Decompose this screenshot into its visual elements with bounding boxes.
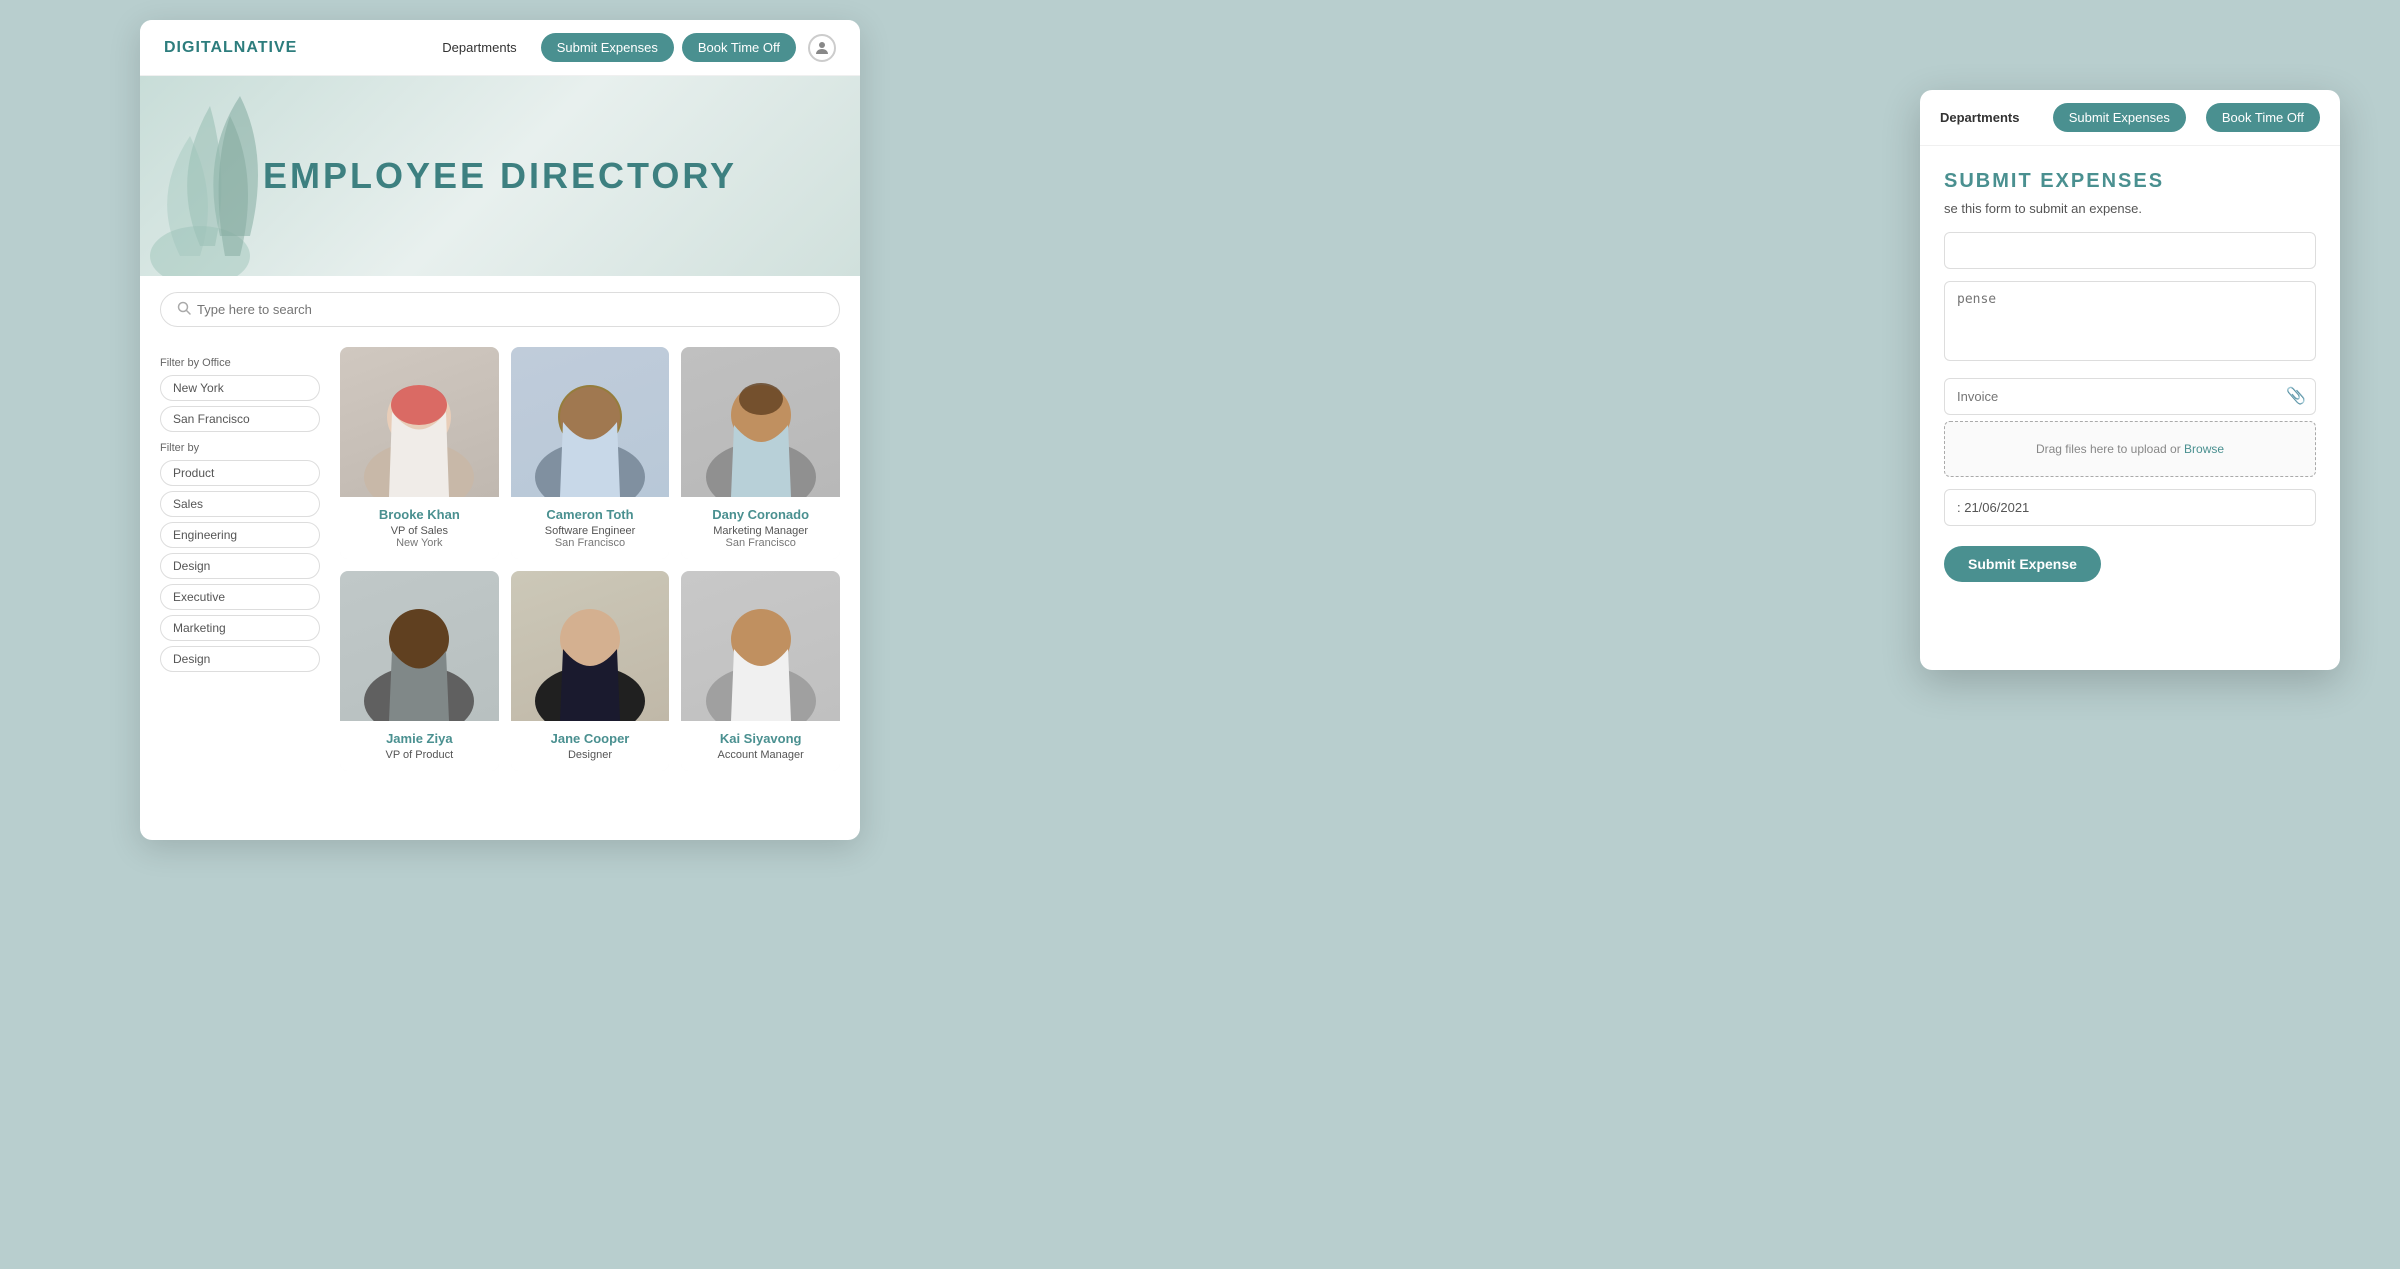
employee-name-dany: Dany Coronado: [691, 507, 830, 522]
employee-location-dany: San Francisco: [691, 537, 830, 549]
book-time-off-button[interactable]: Book Time Off: [682, 33, 796, 62]
employee-name-kai: Kai Siyavong: [691, 731, 830, 746]
employee-role-dany: Marketing Manager: [691, 525, 830, 537]
expense-description-textarea[interactable]: [1944, 281, 2316, 361]
employee-info-cameron: Cameron Toth Software Engineer San Franc…: [511, 497, 670, 559]
invoice-upload-field: 📎 Drag files here to upload or Browse: [1944, 378, 2316, 477]
overlay-subtitle: se this form to submit an expense.: [1944, 201, 2316, 216]
employee-role-jamie: VP of Product: [350, 749, 489, 761]
overlay-submit-expenses-button[interactable]: Submit Expenses: [2053, 103, 2186, 132]
dany-avatar: [696, 347, 826, 497]
expense-date-field: [1944, 489, 2316, 526]
nav-departments[interactable]: Departments: [442, 40, 516, 55]
expense-category-field: [1944, 232, 2316, 269]
brooke-avatar: [354, 347, 484, 497]
jane-avatar: [525, 571, 655, 721]
search-container: [160, 292, 840, 327]
submit-expenses-button[interactable]: Submit Expenses: [541, 33, 674, 62]
attach-icon: 📎: [2286, 386, 2306, 406]
invoice-input[interactable]: [1944, 378, 2316, 415]
employee-role-jane: Designer: [521, 749, 660, 761]
overlay-navbar: Departments Submit Expenses Book Time Of…: [1920, 90, 2340, 146]
main-navbar: DIGITALNATIVE Departments Submit Expense…: [140, 20, 860, 76]
filter-executive[interactable]: Executive: [160, 584, 320, 610]
employee-photo-kai: [681, 571, 840, 721]
content-area: Filter by Office New York San Francisco …: [140, 327, 860, 791]
overlay-card: Departments Submit Expenses Book Time Of…: [1920, 90, 2340, 670]
user-avatar-icon[interactable]: [808, 34, 836, 62]
employee-photo-jamie: [340, 571, 499, 721]
employee-card-brooke[interactable]: Brooke Khan VP of Sales New York: [340, 347, 499, 559]
employee-card-cameron[interactable]: Cameron Toth Software Engineer San Franc…: [511, 347, 670, 559]
overlay-body: SUBMIT EXPENSES se this form to submit a…: [1920, 146, 2340, 606]
filter-design-2[interactable]: Design: [160, 646, 320, 672]
upload-text: Drag files here to upload or: [2036, 442, 2181, 456]
employee-info-jamie: Jamie Ziya VP of Product: [340, 721, 499, 771]
expense-date-input[interactable]: [1944, 489, 2316, 526]
search-row: [140, 276, 860, 327]
employee-location-brooke: New York: [350, 537, 489, 549]
hero-title: EMPLOYEE DIRECTORY: [263, 155, 737, 197]
filter-sales[interactable]: Sales: [160, 491, 320, 517]
browse-link[interactable]: Browse: [2184, 442, 2224, 456]
expense-description-field: [1944, 281, 2316, 366]
employee-photo-jane: [511, 571, 670, 721]
overlay-title: SUBMIT EXPENSES: [1944, 170, 2316, 193]
employee-name-cameron: Cameron Toth: [521, 507, 660, 522]
filter-san-francisco[interactable]: San Francisco: [160, 406, 320, 432]
employee-info-brooke: Brooke Khan VP of Sales New York: [340, 497, 499, 559]
employee-card-dany[interactable]: Dany Coronado Marketing Manager San Fran…: [681, 347, 840, 559]
office-filter-label: Filter by Office: [160, 357, 320, 369]
dept-filter-label: Filter by: [160, 442, 320, 454]
employee-info-dany: Dany Coronado Marketing Manager San Fran…: [681, 497, 840, 559]
overlay-nav-departments[interactable]: Departments: [1940, 110, 2019, 125]
employee-card-jamie[interactable]: Jamie Ziya VP of Product: [340, 571, 499, 771]
search-input[interactable]: [197, 302, 823, 317]
brand-logo: DIGITALNATIVE: [164, 39, 297, 57]
employee-photo-cameron: [511, 347, 670, 497]
employee-photo-dany: [681, 347, 840, 497]
filter-marketing[interactable]: Marketing: [160, 615, 320, 641]
kai-avatar: [696, 571, 826, 721]
employee-card-jane[interactable]: Jane Cooper Designer: [511, 571, 670, 771]
filters-sidebar: Filter by Office New York San Francisco …: [160, 347, 320, 771]
jamie-avatar: [354, 571, 484, 721]
hero-section: EMPLOYEE DIRECTORY: [140, 76, 860, 276]
filter-engineering[interactable]: Engineering: [160, 522, 320, 548]
search-icon: [177, 301, 191, 318]
employee-photo-brooke: [340, 347, 499, 497]
employee-role-cameron: Software Engineer: [521, 525, 660, 537]
filter-new-york[interactable]: New York: [160, 375, 320, 401]
employee-info-kai: Kai Siyavong Account Manager: [681, 721, 840, 771]
employee-name-brooke: Brooke Khan: [350, 507, 489, 522]
submit-expense-button[interactable]: Submit Expense: [1944, 546, 2101, 582]
overlay-book-time-off-button[interactable]: Book Time Off: [2206, 103, 2320, 132]
cameron-avatar: [525, 347, 655, 497]
employee-location-cameron: San Francisco: [521, 537, 660, 549]
filter-product[interactable]: Product: [160, 460, 320, 486]
employee-name-jamie: Jamie Ziya: [350, 731, 489, 746]
employee-info-jane: Jane Cooper Designer: [511, 721, 670, 771]
employee-name-jane: Jane Cooper: [521, 731, 660, 746]
filter-design[interactable]: Design: [160, 553, 320, 579]
employee-card-kai[interactable]: Kai Siyavong Account Manager: [681, 571, 840, 771]
employee-role-kai: Account Manager: [691, 749, 830, 761]
employee-role-brooke: VP of Sales: [350, 525, 489, 537]
expense-category-select[interactable]: [1944, 232, 2316, 269]
main-card: DIGITALNATIVE Departments Submit Expense…: [140, 20, 860, 840]
employee-grid: Brooke Khan VP of Sales New York Camer: [340, 347, 840, 771]
upload-dropzone[interactable]: Drag files here to upload or Browse: [1944, 421, 2316, 477]
